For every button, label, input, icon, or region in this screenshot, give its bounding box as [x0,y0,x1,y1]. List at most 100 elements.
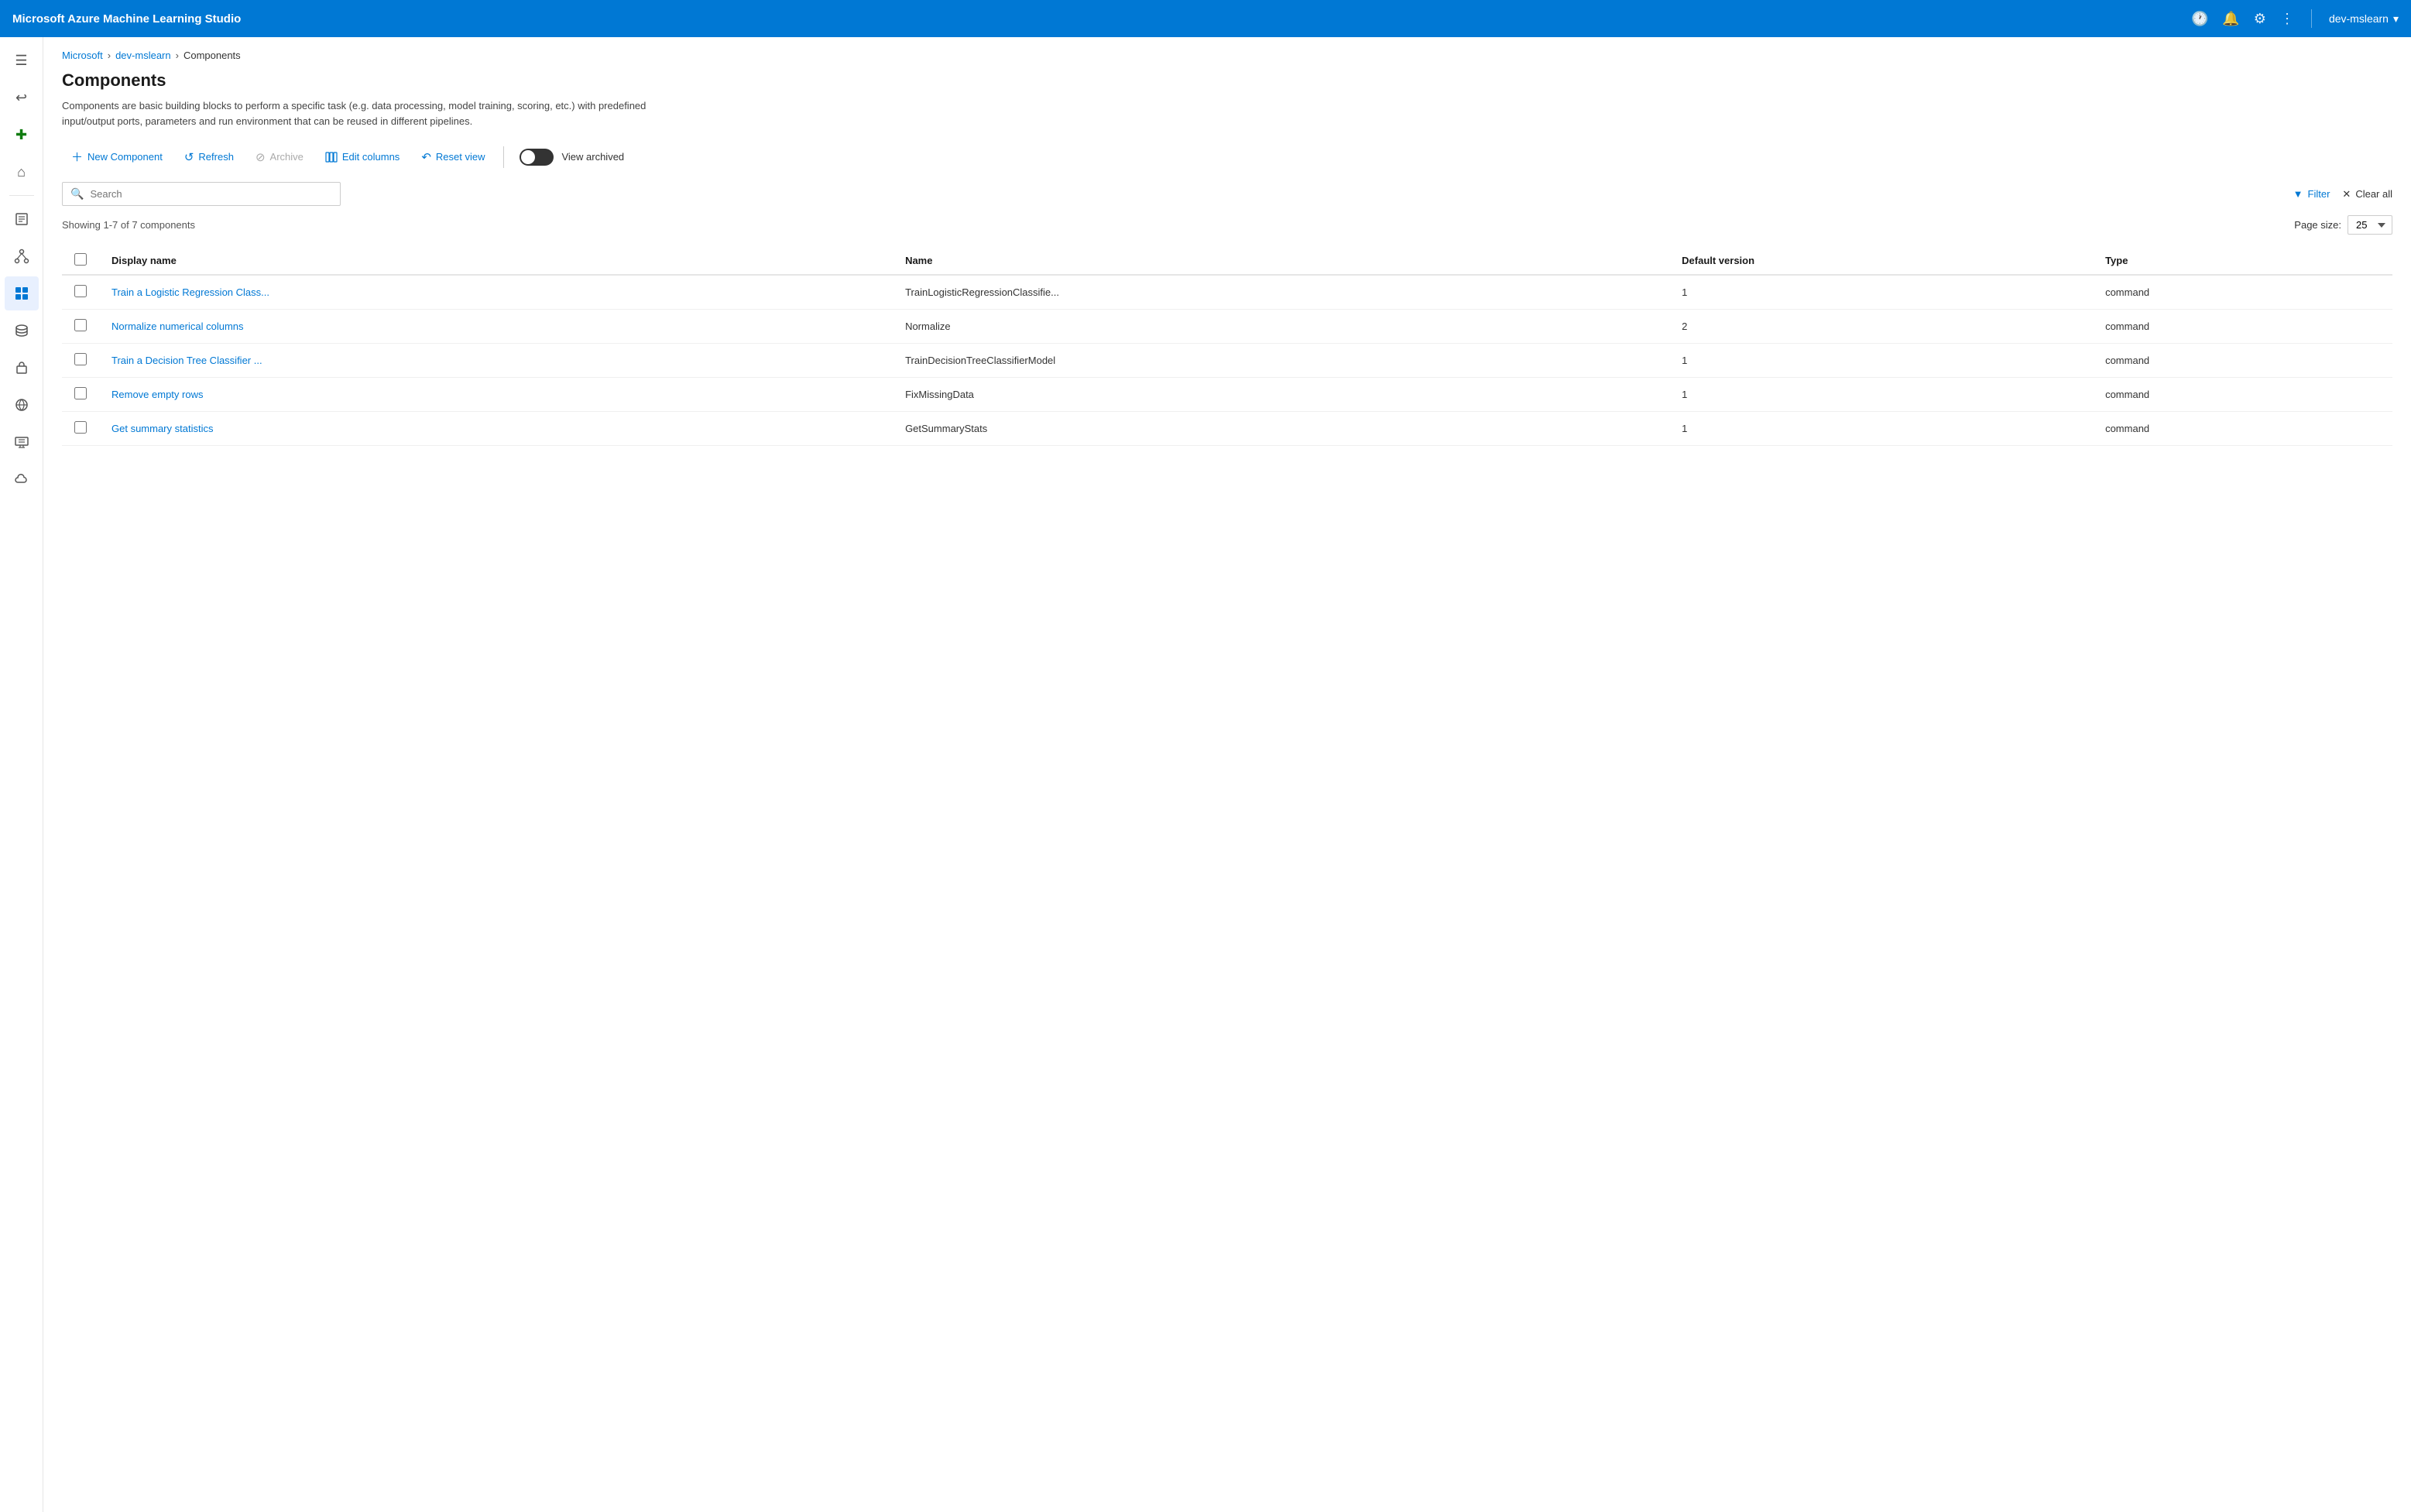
refresh-label: Refresh [198,151,234,163]
page-title: Components [62,70,2392,91]
row-default-version: 1 [1669,275,2093,310]
main-content: Microsoft › dev-mslearn › Components Com… [43,37,2411,1512]
component-link[interactable]: Normalize numerical columns [111,321,244,332]
app-title: Microsoft Azure Machine Learning Studio [12,12,2182,26]
component-link[interactable]: Train a Decision Tree Classifier ... [111,355,262,366]
search-input[interactable] [90,188,332,200]
breadcrumb-microsoft[interactable]: Microsoft [62,50,103,61]
user-label: dev-mslearn [2329,12,2389,25]
new-component-label: New Component [87,151,163,163]
more-icon[interactable]: ⋮ [2280,11,2294,27]
view-archived-label: View archived [561,151,624,163]
table-row: Train a Logistic Regression Class... Tra… [62,275,2392,310]
row-type: command [2093,378,2392,412]
sidebar-item-jobs[interactable] [5,202,39,236]
row-name: GetSummaryStats [893,412,1669,446]
refresh-icon: ↺ [184,150,194,164]
row-display-name: Train a Logistic Regression Class... [99,275,893,310]
table-header: Display name Name Default version Type [62,247,2392,275]
breadcrumb-workspace[interactable]: dev-mslearn [115,50,171,61]
table-row: Get summary statistics GetSummaryStats 1… [62,412,2392,446]
row-select-checkbox[interactable] [74,319,87,331]
row-checkbox [62,310,99,344]
filter-icon: ▼ [2293,188,2303,200]
new-component-button[interactable]: ＋ New Component [62,144,172,170]
row-type: command [2093,344,2392,378]
row-select-checkbox[interactable] [74,387,87,399]
row-type: command [2093,310,2392,344]
showing-row: Showing 1-7 of 7 components Page size: 2… [62,215,2392,235]
breadcrumb-sep-2: › [176,50,179,61]
history-icon[interactable]: 🕐 [2191,11,2208,27]
page-size-section: Page size: 25 50 100 [2294,215,2392,235]
sidebar-item-compute[interactable] [5,425,39,459]
components-table: Display name Name Default version Type T… [62,247,2392,446]
sidebar: ☰ ↩ ✚ ⌂ [0,37,43,1512]
archive-icon: ⊘ [256,150,266,164]
row-checkbox [62,344,99,378]
sidebar-item-add[interactable]: ✚ [5,118,39,152]
header-checkbox-col [62,247,99,275]
filter-button[interactable]: ▼ Filter [2293,188,2330,200]
edit-columns-label: Edit columns [342,151,400,163]
sidebar-item-cloud[interactable] [5,462,39,496]
component-link[interactable]: Get summary statistics [111,423,213,434]
sidebar-item-pipelines[interactable] [5,239,39,273]
page-size-label: Page size: [2294,219,2341,231]
sidebar-item-back[interactable]: ↩ [5,81,39,115]
toolbar: ＋ New Component ↺ Refresh ⊘ Archive Edit… [62,144,2392,170]
clear-all-button[interactable]: ✕ Clear all [2342,188,2392,201]
table-row: Remove empty rows FixMissingData 1 comma… [62,378,2392,412]
reset-icon: ↶ [421,150,431,164]
row-display-name: Remove empty rows [99,378,893,412]
view-archived-toggle[interactable] [520,149,554,166]
row-select-checkbox[interactable] [74,421,87,434]
row-name: TrainLogisticRegressionClassifie... [893,275,1669,310]
sidebar-divider-1 [9,195,34,196]
select-all-checkbox[interactable] [74,253,87,266]
page-size-select[interactable]: 25 50 100 [2348,215,2392,235]
row-select-checkbox[interactable] [74,353,87,365]
view-archived-section: View archived [520,149,624,166]
header-name: Name [893,247,1669,275]
sidebar-item-components[interactable] [5,276,39,310]
refresh-button[interactable]: ↺ Refresh [175,146,243,169]
sidebar-item-models[interactable] [5,351,39,385]
row-checkbox [62,275,99,310]
component-link[interactable]: Remove empty rows [111,389,203,400]
sidebar-item-home[interactable]: ⌂ [5,155,39,189]
table-row: Normalize numerical columns Normalize 2 … [62,310,2392,344]
row-default-version: 2 [1669,310,2093,344]
row-display-name: Get summary statistics [99,412,893,446]
archive-button[interactable]: ⊘ Archive [246,146,313,169]
chevron-down-icon: ▾ [2393,12,2399,26]
row-type: command [2093,275,2392,310]
clear-all-icon: ✕ [2342,188,2351,201]
clear-all-label: Clear all [2355,188,2392,200]
row-display-name: Normalize numerical columns [99,310,893,344]
row-select-checkbox[interactable] [74,285,87,297]
edit-columns-button[interactable]: Edit columns [316,146,409,168]
sidebar-item-endpoints[interactable] [5,388,39,422]
row-name: TrainDecisionTreeClassifierModel [893,344,1669,378]
search-box: 🔍 [62,182,341,206]
row-default-version: 1 [1669,344,2093,378]
header-display-name: Display name [99,247,893,275]
row-checkbox [62,412,99,446]
archive-label: Archive [270,151,304,163]
filter-label: Filter [2308,188,2330,200]
breadcrumb-current: Components [183,50,241,61]
row-name: FixMissingData [893,378,1669,412]
app-layout: ☰ ↩ ✚ ⌂ Microsoft [0,37,2411,1512]
notification-icon[interactable]: 🔔 [2222,11,2239,27]
component-link[interactable]: Train a Logistic Regression Class... [111,286,269,298]
user-menu[interactable]: dev-mslearn ▾ [2329,12,2399,26]
settings-icon[interactable]: ⚙ [2254,11,2266,27]
sidebar-item-menu[interactable]: ☰ [5,43,39,77]
sidebar-item-data[interactable] [5,314,39,348]
table-row: Train a Decision Tree Classifier ... Tra… [62,344,2392,378]
row-default-version: 1 [1669,378,2093,412]
row-display-name: Train a Decision Tree Classifier ... [99,344,893,378]
reset-view-button[interactable]: ↶ Reset view [412,146,494,169]
breadcrumb-sep-1: › [108,50,111,61]
